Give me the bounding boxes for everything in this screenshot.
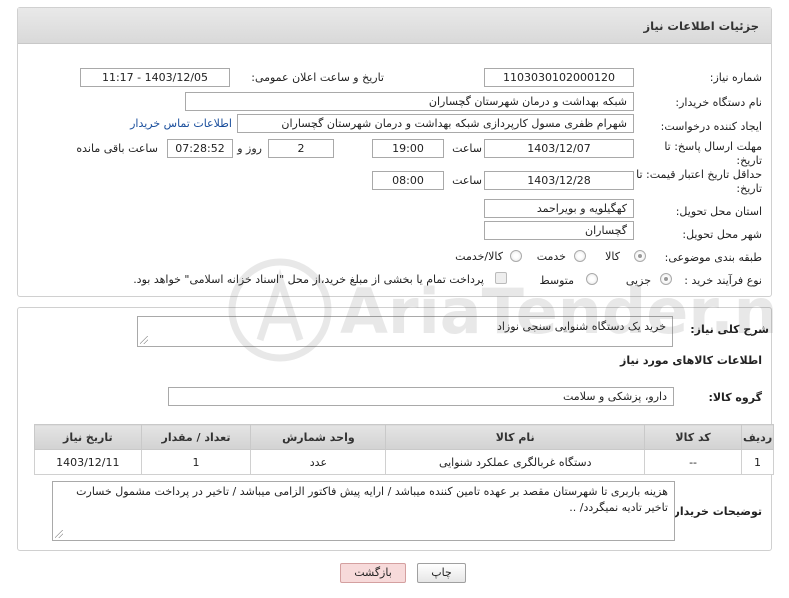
price-valid-time-label: ساعت <box>452 174 482 187</box>
description-text: خرید یک دستگاه شنوایی سنجی نوزاد <box>496 320 666 333</box>
description-field[interactable]: خرید یک دستگاه شنوایی سنجی نوزاد <box>137 316 673 347</box>
description-label: شرح کلی نیاز: <box>690 323 769 336</box>
category-option-goods: کالا <box>605 250 620 263</box>
buyer-notes-label: توضیحات خریدار: <box>669 505 762 518</box>
days-field[interactable]: 2 <box>268 139 334 158</box>
buyer-notes-text: هزینه باربری تا شهرستان مقصد بر عهده تام… <box>76 485 668 514</box>
col-unit: واحد شمارش <box>250 424 387 450</box>
category-option-both: کالا/خدمت <box>455 250 503 263</box>
deadline-date-field[interactable]: 1403/12/07 <box>484 139 634 158</box>
need-number-field[interactable]: 1103030102000120 <box>484 68 634 87</box>
process-option-minor: جزیی <box>625 274 651 287</box>
creator-field[interactable]: شهرام ظفری مسول کارپردازی شبکه بهداشت و … <box>237 114 634 133</box>
treasury-payment-checkbox[interactable] <box>495 272 507 284</box>
panel-title: جزئیات اطلاعات نیاز <box>643 19 759 33</box>
province-label: استان محل تحویل: <box>675 205 762 218</box>
goods-section-title: اطلاعات کالاهای مورد نیاز <box>620 354 762 367</box>
category-radio-service[interactable] <box>574 250 586 262</box>
city-label: شهر محل تحویل: <box>682 228 762 241</box>
creator-label: ایجاد کننده درخواست: <box>660 120 762 133</box>
province-field[interactable]: کهگیلویه و بویراحمد <box>484 199 634 218</box>
resize-grip-icon[interactable] <box>55 530 63 538</box>
col-qty: تعداد / مقدار <box>140 424 252 450</box>
treasury-payment-note: پرداخت تمام یا بخشی از مبلغ خرید،از محل … <box>133 273 484 286</box>
announce-date-label: تاریخ و ساعت اعلان عمومی: <box>251 71 384 84</box>
col-index: ردیف <box>741 424 774 450</box>
deadline-time-label: ساعت <box>452 142 482 155</box>
table-row[interactable]: 1 -- دستگاه غربالگری عملکرد شنوایی عدد 1… <box>34 449 774 475</box>
row-unit: عدد <box>250 449 387 475</box>
price-valid-time-field[interactable]: 08:00 <box>372 171 444 190</box>
category-radio-goods[interactable] <box>634 250 646 262</box>
buyer-org-field[interactable]: شبکه بهداشت و درمان شهرستان گچساران <box>185 92 634 111</box>
remaining-time-label: ساعت باقی مانده <box>76 142 158 155</box>
row-name: دستگاه غربالگری عملکرد شنوایی <box>385 449 646 475</box>
remaining-time-field[interactable]: 07:28:52 <box>167 139 233 158</box>
process-radio-medium[interactable] <box>586 273 598 285</box>
goods-table: ردیف کد کالا نام کالا واحد شمارش تعداد /… <box>34 424 774 475</box>
need-number-label: شماره نیاز: <box>709 71 762 84</box>
col-date: تاریخ نیاز <box>34 424 142 450</box>
back-button[interactable]: بازگشت <box>340 563 406 583</box>
goods-group-field[interactable]: دارو، پزشکی و سلامت <box>168 387 674 406</box>
price-valid-label: حداقل تاریخ اعتبار قیمت: تا <box>636 168 762 181</box>
days-label: روز و <box>237 142 262 155</box>
deadline-label-2: تاریخ: <box>736 154 762 167</box>
process-option-medium: متوسط <box>539 274 574 287</box>
row-code: -- <box>644 449 743 475</box>
panel-header: جزئیات اطلاعات نیاز <box>18 8 771 44</box>
row-index: 1 <box>741 449 774 475</box>
row-qty: 1 <box>140 449 252 475</box>
price-valid-label-2: تاریخ: <box>736 182 762 195</box>
category-label: طبقه بندی موضوعی: <box>664 251 762 264</box>
print-button[interactable]: چاپ <box>417 563 466 583</box>
col-name: نام کالا <box>385 424 646 450</box>
category-radio-both[interactable] <box>510 250 522 262</box>
buyer-contact-link[interactable]: اطلاعات تماس خریدار <box>130 117 232 130</box>
deadline-time-field[interactable]: 19:00 <box>372 139 444 158</box>
city-field[interactable]: گچساران <box>484 221 634 240</box>
deadline-label: مهلت ارسال پاسخ: تا <box>664 140 762 153</box>
row-date: 1403/12/11 <box>34 449 142 475</box>
goods-group-label: گروه کالا: <box>708 391 762 404</box>
process-label: نوع فرآیند خرید : <box>684 274 762 287</box>
announce-date-field[interactable]: 1403/12/05 - 11:17 <box>80 68 230 87</box>
category-option-service: خدمت <box>536 250 566 263</box>
resize-grip-icon[interactable] <box>140 336 148 344</box>
buyer-org-label: نام دستگاه خریدار: <box>675 96 762 109</box>
price-valid-date-field[interactable]: 1403/12/28 <box>484 171 634 190</box>
buyer-notes-field[interactable]: هزینه باربری تا شهرستان مقصد بر عهده تام… <box>52 481 675 541</box>
process-radio-minor[interactable] <box>660 273 672 285</box>
col-code: کد کالا <box>644 424 743 450</box>
